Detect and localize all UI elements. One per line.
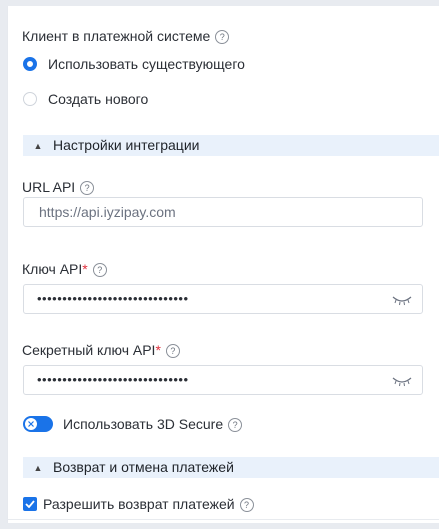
help-icon[interactable]: ? (239, 498, 254, 512)
chevron-up-icon: ▲ (33, 463, 43, 473)
section-refunds-title: Возврат и отмена платежей (53, 459, 234, 475)
section-refunds-header[interactable]: ▲ Возврат и отмена платежей (23, 457, 439, 478)
eye-closed-icon[interactable] (392, 294, 412, 306)
radio-use-existing-label: Использовать существующего (48, 56, 245, 72)
eye-closed-icon[interactable] (392, 375, 412, 387)
toggle-knob (25, 418, 37, 430)
allow-refund-checkbox[interactable] (23, 497, 37, 511)
radio-selected-icon[interactable] (23, 57, 37, 71)
help-icon[interactable]: ? (228, 418, 243, 432)
secret-key-label: Секретный ключ API*? (22, 341, 180, 359)
radio-unselected-icon[interactable] (23, 92, 37, 106)
url-api-input[interactable]: https://api.iyzipay.com (23, 197, 423, 227)
required-mark: * (82, 261, 88, 277)
bottom-divider (8, 519, 439, 520)
help-icon[interactable]: ? (165, 344, 180, 358)
api-key-label: Ключ API*? (22, 260, 107, 278)
secret-key-value: •••••••••••••••••••••••••••••• (37, 372, 189, 387)
client-field-label: Клиент в платежной системе? (22, 27, 230, 45)
allow-refund-label: Разрешить возврат платежей? (43, 495, 254, 513)
checkmark-icon (25, 500, 35, 508)
secure3d-toggle[interactable] (23, 416, 53, 432)
radio-create-new[interactable]: Создать нового (23, 90, 148, 108)
secure3d-toggle-row: Использовать 3D Secure? (23, 415, 243, 433)
radio-use-existing[interactable]: Использовать существующего (23, 55, 245, 73)
payment-settings-panel: Клиент в платежной системе? Использовать… (7, 6, 439, 523)
allow-refund-checkbox-row[interactable]: Разрешить возврат платежей? (23, 495, 254, 513)
toggle-on-icon (28, 421, 34, 427)
chevron-up-icon: ▲ (33, 141, 43, 151)
secret-key-input[interactable]: •••••••••••••••••••••••••••••• (23, 365, 423, 395)
secure3d-label: Использовать 3D Secure? (63, 415, 243, 433)
help-icon[interactable]: ? (92, 263, 107, 277)
help-icon[interactable]: ? (215, 30, 230, 44)
url-api-label: URL API? (22, 178, 95, 196)
required-mark: * (155, 342, 161, 358)
help-icon[interactable]: ? (80, 181, 95, 195)
api-key-input[interactable]: •••••••••••••••••••••••••••••• (23, 284, 423, 314)
section-integration-title: Настройки интеграции (53, 137, 200, 153)
radio-create-new-label: Создать нового (48, 91, 149, 107)
section-integration-header[interactable]: ▲ Настройки интеграции (23, 135, 439, 156)
api-key-value: •••••••••••••••••••••••••••••• (37, 291, 189, 306)
